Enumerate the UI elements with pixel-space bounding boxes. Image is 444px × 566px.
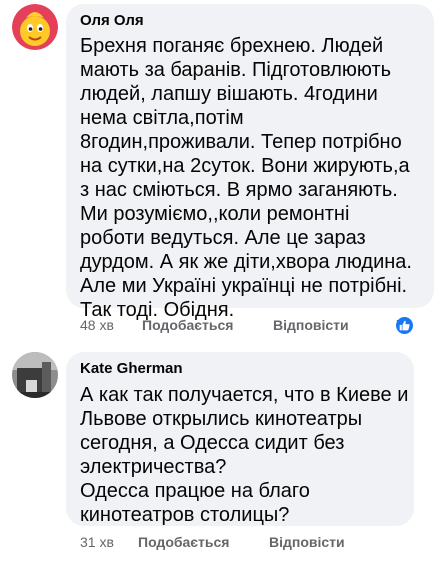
comment-text-line: роботи ведуться. Але це зараз	[80, 227, 366, 249]
comment-actions: 31 хв Подобається Відповісти	[80, 534, 414, 554]
comment-text-line: людей, лапшу вішають. 4години	[80, 83, 378, 105]
comment-text-line: дурдом. А як же діти,хвора людина.	[80, 251, 412, 273]
comment-text-line: А как так получается, что в Киеве и	[80, 384, 409, 406]
comment-time[interactable]: 31 хв	[80, 534, 114, 550]
reply-button[interactable]: Відповісти	[273, 317, 349, 333]
comment: Оля Оля Брехня поганяє брехнею. Людей ма…	[0, 0, 444, 345]
comment-text-line: кинотеатров столицы?	[80, 504, 290, 526]
comment-text-line: на сутки,на 2суток. Вони жирують,а	[80, 155, 410, 177]
comment-text-line: Одесса працюе на благо	[80, 480, 310, 502]
comment-bubble: Kate Gherman А как так получается, что в…	[66, 352, 414, 526]
comment-text-line: Брехня поганяє брехнею. Людей	[80, 35, 384, 57]
comment-text-line: Львове открылись кинотеатры	[80, 408, 363, 430]
emoji-avatar-icon	[12, 4, 58, 50]
comment: Kate Gherman А как так получается, что в…	[0, 345, 444, 566]
avatar[interactable]	[12, 352, 58, 398]
avatar[interactable]	[12, 4, 58, 50]
like-button[interactable]: Подобається	[142, 317, 233, 333]
comment-text-line: электричества?	[80, 456, 227, 478]
comment-actions: 48 хв Подобається Відповісти 7	[80, 317, 434, 337]
comment-text-line: нема світла,потім	[80, 107, 244, 129]
comment-text-line: мають за баранів. Підготовлюють	[80, 59, 392, 81]
comment-text-line: 8годин,проживали. Тепер потрібно	[80, 131, 402, 153]
comment-time[interactable]: 48 хв	[80, 317, 114, 333]
like-button[interactable]: Подобається	[138, 534, 229, 550]
photo-avatar-icon	[12, 352, 58, 398]
comment-bubble: Оля Оля Брехня поганяє брехнею. Людей ма…	[66, 4, 434, 321]
reaction-summary[interactable]: 7	[396, 317, 413, 334]
comment-text-line: з нас сміються. В ярмо заганяють.	[80, 179, 398, 201]
comment-text-line: Ми розуміємо,,коли ремонтні	[80, 203, 350, 225]
thumbs-up-icon	[399, 320, 410, 331]
like-reaction-icon	[396, 317, 413, 334]
comment-text-line: сегодня, а Одесса сидит без	[80, 432, 345, 454]
comment-text-line: Але ми Україні українці не потрібні.	[80, 275, 408, 297]
reply-button[interactable]: Відповісти	[269, 534, 345, 550]
comment-author[interactable]: Kate Gherman	[80, 360, 183, 377]
comment-author[interactable]: Оля Оля	[80, 12, 144, 29]
